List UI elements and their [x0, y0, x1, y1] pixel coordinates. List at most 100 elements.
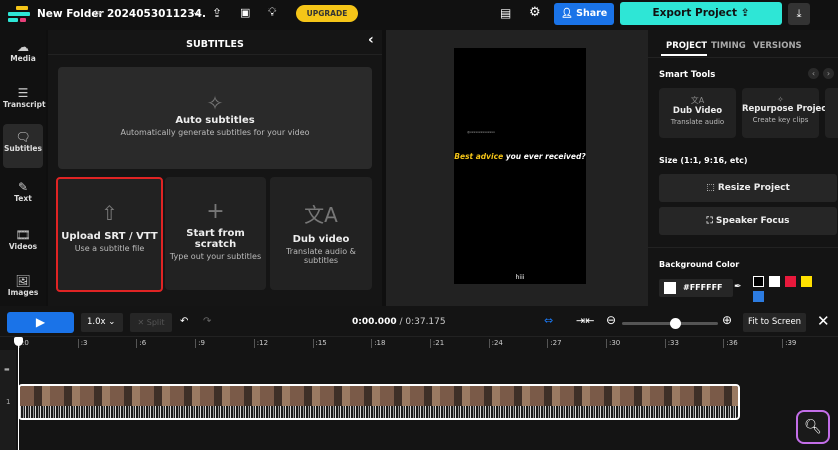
track-number: 1 — [6, 398, 11, 406]
subtitles-icon: 🗨︎ — [15, 130, 31, 144]
video-preview[interactable]: @xxxxxxxxxxxxxx Best advice you ever rec… — [454, 48, 586, 284]
tool-partial-card — [825, 88, 838, 138]
zoom-out-icon[interactable]: ⊖ — [606, 313, 616, 327]
sparkle-icon: ✧ — [206, 91, 224, 115]
chevron-down-icon[interactable]: ⌄ — [192, 7, 200, 18]
film-icon: 🎞︎ — [15, 228, 31, 242]
tool-repurpose-project[interactable]: ✧ Repurpose Project Create key clips — [742, 88, 830, 138]
swatch-white[interactable] — [769, 276, 780, 287]
ruler-tick: :24 — [488, 339, 503, 348]
breadcrumb-separator: > — [94, 8, 103, 19]
undo-icon[interactable]: ↶ — [180, 316, 188, 327]
ruler-tick: :3 — [77, 339, 88, 348]
zoom-slider-handle[interactable] — [669, 318, 681, 329]
ruler-tick: :21 — [429, 339, 444, 348]
lightbulb-icon[interactable]: 💡︎ — [268, 5, 276, 20]
tab-timing[interactable]: TIMING — [711, 41, 746, 51]
top-bar: New Folder > 2024053011234. ⌄ ⇪ ▣ 💡︎ UPG… — [0, 0, 838, 30]
scroll-right-icon[interactable]: › — [823, 68, 834, 79]
playhead[interactable] — [14, 337, 23, 450]
download-button[interactable]: ⤓ — [788, 3, 810, 25]
scroll-left-icon[interactable]: ‹ — [808, 68, 819, 79]
nav-media[interactable]: ☁ Media — [3, 34, 43, 78]
search-button[interactable]: 🔍︎ — [796, 410, 830, 444]
start-from-scratch-card[interactable]: + Start from scratch Type out your subti… — [165, 177, 266, 290]
ruler-tick: :30 — [606, 339, 620, 348]
zoom-in-icon[interactable]: ⊕ — [722, 313, 732, 327]
app-logo[interactable] — [8, 6, 30, 22]
search-icon: 🔍︎ — [804, 419, 822, 435]
share-button[interactable]: 👤︎ Share — [554, 3, 614, 25]
nav-text[interactable]: ✎ Text — [3, 174, 43, 218]
ruler-tick: :6 — [136, 339, 146, 348]
upload-srt-vtt-card[interactable]: ⇧ Upload SRT / VTT Use a subtitle file — [56, 177, 163, 292]
swatch-yellow[interactable] — [801, 276, 812, 287]
sparkle-icon: ✧ — [777, 95, 784, 104]
ruler-tick: :12 — [253, 339, 268, 348]
tool-dub-video[interactable]: 文A Dub Video Translate audio — [659, 88, 736, 138]
tab-versions[interactable]: VERSIONS — [753, 41, 802, 51]
export-project-button[interactable]: Export Project ⇪ — [620, 2, 782, 25]
collapse-panel-icon[interactable]: ‹ — [368, 32, 374, 48]
ruler-tick: :15 — [312, 339, 327, 348]
tab-project[interactable]: PROJECT — [666, 41, 707, 51]
swatch-red[interactable] — [785, 276, 796, 287]
upload-cloud-icon: ☁ — [17, 40, 29, 54]
subtitle-box-icon[interactable]: ▣ — [240, 6, 250, 19]
auto-subtitles-card[interactable]: ✧ Auto subtitles Automatically generate … — [58, 67, 372, 169]
download-icon: ⤓ — [796, 7, 802, 20]
time-display: 0:00.000 / 0:37.175 — [352, 317, 446, 327]
nav-videos[interactable]: 🎞︎ Videos — [3, 222, 43, 266]
video-handle: @xxxxxxxxxxxxxx — [467, 130, 495, 134]
color-preview — [664, 282, 676, 294]
comment-icon[interactable]: ▤ — [500, 6, 511, 20]
video-caption: Best advice you ever received? — [454, 152, 586, 161]
plus-icon: + — [206, 199, 225, 224]
snap-icon[interactable]: ⇔ — [544, 314, 553, 327]
ruler-tick: :33 — [664, 339, 679, 348]
scissors-icon: ✕ — [137, 318, 147, 327]
redo-icon[interactable]: ↷ — [203, 316, 211, 327]
audio-waveform — [20, 406, 738, 418]
eyedropper-icon[interactable]: ✒ — [734, 282, 742, 292]
right-panel: PROJECT TIMING VERSIONS Smart Tools ‹ › … — [648, 30, 838, 306]
fit-arrows-icon[interactable]: ⇥⇤ — [576, 314, 594, 327]
ruler-tick: :27 — [547, 339, 562, 348]
upload-icon[interactable]: ⇪ — [212, 6, 222, 20]
swatch-blue[interactable] — [753, 291, 764, 302]
timeline — [0, 306, 838, 450]
upload-icon: ⇧ — [101, 201, 118, 225]
speed-select[interactable]: 1.0x ⌄ — [81, 313, 123, 332]
export-icon: ⇪ — [740, 7, 750, 19]
clip-thumbnails — [20, 386, 738, 406]
transcript-icon: ☰ — [17, 86, 29, 100]
panel-title: SUBTITLES — [186, 39, 244, 50]
nav-transcript[interactable]: ☰ Transcript — [3, 80, 46, 124]
translate-icon: 文A — [304, 203, 338, 227]
add-user-icon: 👤︎ — [560, 8, 577, 19]
video-clip[interactable] — [18, 384, 740, 420]
nav-subtitles[interactable]: 🗨︎ Subtitles — [3, 124, 43, 168]
ruler-tick: :39 — [782, 339, 796, 348]
chevron-down-icon: ⌄ — [108, 317, 116, 327]
smart-tools-label: Smart Tools — [659, 70, 716, 80]
swatch-black[interactable] — [753, 276, 764, 287]
background-color-label: Background Color — [659, 260, 740, 269]
upgrade-button[interactable]: UPGRADE — [296, 5, 358, 22]
play-button[interactable]: ▶ — [7, 312, 74, 333]
video-footer-text: hiii — [515, 274, 525, 281]
dub-video-card[interactable]: 文A Dub video Translate audio & subtitles — [270, 177, 372, 290]
size-label: Size (1:1, 9:16, etc) — [659, 156, 748, 165]
text-icon: ✎ — [17, 180, 29, 194]
translate-icon: 文A — [690, 96, 705, 105]
zoom-slider[interactable] — [622, 318, 718, 329]
gear-icon[interactable]: ⚙ — [529, 5, 541, 20]
speaker-focus-button[interactable]: ⛶ Speaker Focus — [659, 207, 837, 235]
split-button[interactable]: ✕ Split — [130, 313, 172, 332]
close-icon[interactable]: ✕ — [817, 312, 830, 330]
resize-project-button[interactable]: ⬚ Resize Project — [659, 174, 837, 202]
fit-to-screen-button[interactable]: Fit to Screen — [743, 313, 806, 332]
ruler-tick: :9 — [195, 339, 205, 348]
image-icon: 🖼︎ — [15, 274, 31, 288]
background-color-input[interactable]: #FFFFFF — [659, 279, 733, 297]
